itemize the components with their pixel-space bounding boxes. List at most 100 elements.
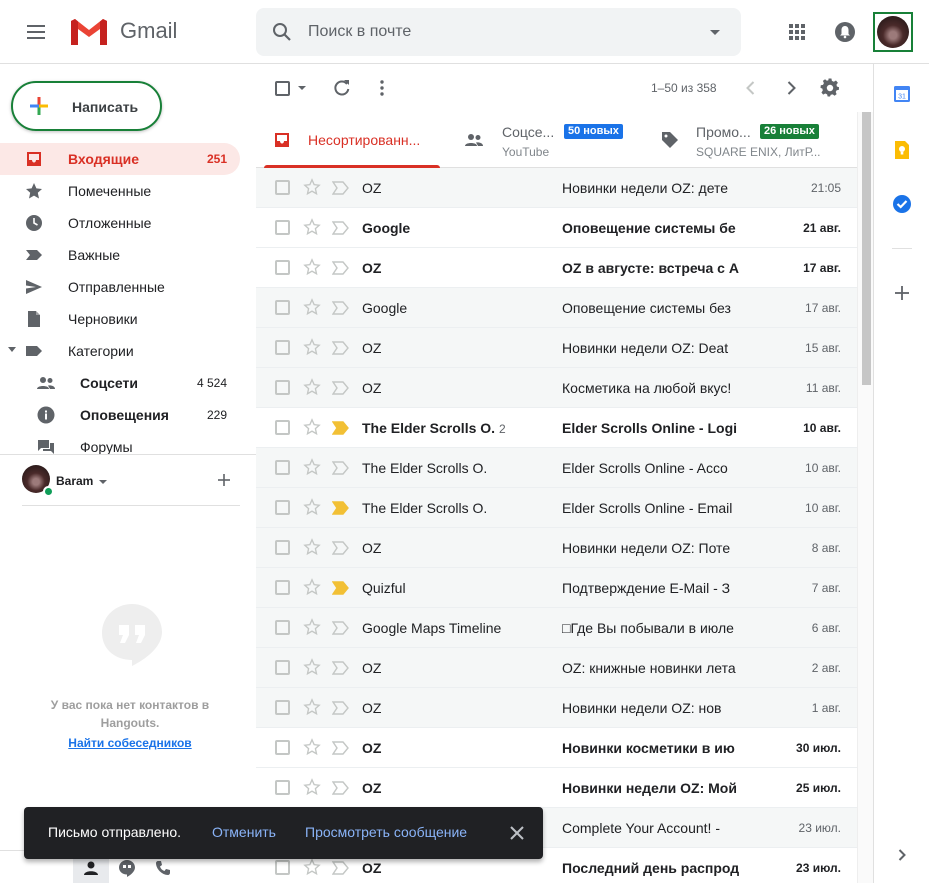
row-checkbox[interactable] [275,620,290,635]
tab-promotions[interactable]: Промо... 26 новых SQUARE ENIX, ЛитР... [640,112,857,168]
sidebar-item-social[interactable]: Соцсети 4 524 [0,367,240,399]
close-icon[interactable] [508,824,526,842]
important-marker-icon[interactable] [332,580,350,596]
star-icon[interactable] [303,578,321,596]
more-vert-icon[interactable] [372,78,392,98]
email-row[interactable]: OZ Новинки недели OZ: Deat 15 авг. [256,328,857,368]
keep-icon[interactable] [892,140,912,160]
important-marker-icon[interactable] [332,220,350,236]
star-icon[interactable] [303,298,321,316]
important-marker-icon[interactable] [332,540,350,556]
sidebar-item-sent[interactable]: Отправленные [0,271,240,303]
email-row[interactable]: Google Оповещение системы бе 21 авг. [256,208,857,248]
select-dropdown-icon[interactable] [298,86,306,90]
search-input[interactable] [308,16,688,48]
email-row[interactable]: The Elder Scrolls O. Elder Scrolls Online… [256,448,857,488]
collapse-arrow-icon[interactable] [8,347,16,352]
row-checkbox[interactable] [275,740,290,755]
email-row[interactable]: Google Оповещение системы без 17 авг. [256,288,857,328]
row-checkbox[interactable] [275,340,290,355]
sidebar-item-categories[interactable]: Категории [0,335,240,367]
email-row[interactable]: OZ Новинки недели OZ: Поте 8 авг. [256,528,857,568]
search-options-dropdown-icon[interactable] [703,20,727,44]
email-row[interactable]: OZ Косметика на любой вкус! 11 авг. [256,368,857,408]
google-apps-icon[interactable] [785,20,809,44]
important-marker-icon[interactable] [332,340,350,356]
email-row[interactable]: The Elder Scrolls O. Elder Scrolls Online… [256,488,857,528]
calendar-icon[interactable]: 31 [892,84,912,104]
sidebar-item-forums[interactable]: Форумы [0,431,240,455]
row-checkbox[interactable] [275,540,290,555]
email-row[interactable]: Google Maps Timeline □Где Вы побывали в и… [256,608,857,648]
star-icon[interactable] [303,378,321,396]
star-icon[interactable] [303,618,321,636]
star-icon[interactable] [303,738,321,756]
gmail-logo-text[interactable]: Gmail [120,18,177,44]
important-marker-icon[interactable] [332,500,350,516]
find-contacts-link[interactable]: Найти собеседников [30,736,230,750]
row-checkbox[interactable] [275,500,290,515]
email-row[interactable]: OZ OZ в августе: встреча с А 17 авг. [256,248,857,288]
tab-social[interactable]: Соцсе... 50 новых YouTube [448,112,640,168]
important-marker-icon[interactable] [332,660,350,676]
important-marker-icon[interactable] [332,260,350,276]
important-marker-icon[interactable] [332,860,350,876]
search-icon[interactable] [270,20,294,44]
chevron-down-icon[interactable] [99,480,107,484]
tasks-icon[interactable] [892,194,912,214]
account-avatar-button[interactable] [873,12,913,52]
row-checkbox[interactable] [275,180,290,195]
main-menu-icon[interactable] [24,20,48,44]
important-marker-icon[interactable] [332,700,350,716]
email-row[interactable]: Quizful Подтверждение E-Mail - З 7 авг. [256,568,857,608]
row-checkbox[interactable] [275,220,290,235]
sidebar-item-snoozed[interactable]: Отложенные [0,207,240,239]
star-icon[interactable] [303,778,321,796]
add-contact-icon[interactable] [215,471,233,489]
undo-button[interactable]: Отменить [212,824,276,840]
chevron-right-icon[interactable] [892,845,912,865]
row-checkbox[interactable] [275,460,290,475]
row-checkbox[interactable] [275,260,290,275]
star-icon[interactable] [303,538,321,556]
sidebar-item-drafts[interactable]: Черновики [0,303,240,335]
sidebar-item-inbox[interactable]: Входящие 251 [0,143,240,175]
refresh-icon[interactable] [332,78,352,98]
sidebar-item-starred[interactable]: Помеченные [0,175,240,207]
star-icon[interactable] [303,258,321,276]
important-marker-icon[interactable] [332,180,350,196]
gmail-logo-icon[interactable] [69,17,109,47]
important-marker-icon[interactable] [332,460,350,476]
star-icon[interactable] [303,338,321,356]
row-checkbox[interactable] [275,780,290,795]
email-row[interactable]: The Elder Scrolls O. 2 Elder Scrolls Onlin… [256,408,857,448]
row-checkbox[interactable] [275,380,290,395]
important-marker-icon[interactable] [332,620,350,636]
search-bar[interactable] [256,8,741,56]
important-marker-icon[interactable] [332,300,350,316]
email-row[interactable]: OZ Новинки недели OZ: дете 21:05 [256,168,857,208]
star-icon[interactable] [303,178,321,196]
email-row[interactable]: OZ Новинки косметики в ию 30 июл. [256,728,857,768]
important-marker-icon[interactable] [332,780,350,796]
add-addon-icon[interactable] [892,283,912,303]
star-icon[interactable] [303,658,321,676]
gear-icon[interactable] [820,78,840,98]
row-checkbox[interactable] [275,580,290,595]
important-marker-icon[interactable] [332,740,350,756]
sidebar-item-updates[interactable]: Оповещения 229 [0,399,240,431]
important-marker-icon[interactable] [332,420,350,436]
row-checkbox[interactable] [275,860,290,875]
compose-button[interactable]: Написать [11,81,162,131]
sidebar-item-important[interactable]: Важные [0,239,240,271]
chevron-right-icon[interactable] [781,78,801,98]
star-icon[interactable] [303,498,321,516]
email-row[interactable]: OZ Новинки недели OZ: нов 1 авг. [256,688,857,728]
chevron-left-icon[interactable] [741,78,761,98]
star-icon[interactable] [303,858,321,876]
row-checkbox[interactable] [275,660,290,675]
view-message-button[interactable]: Просмотреть сообщение [305,824,467,840]
select-all-checkbox[interactable] [275,81,290,96]
important-marker-icon[interactable] [332,380,350,396]
hangouts-user[interactable]: Baram [22,465,242,497]
